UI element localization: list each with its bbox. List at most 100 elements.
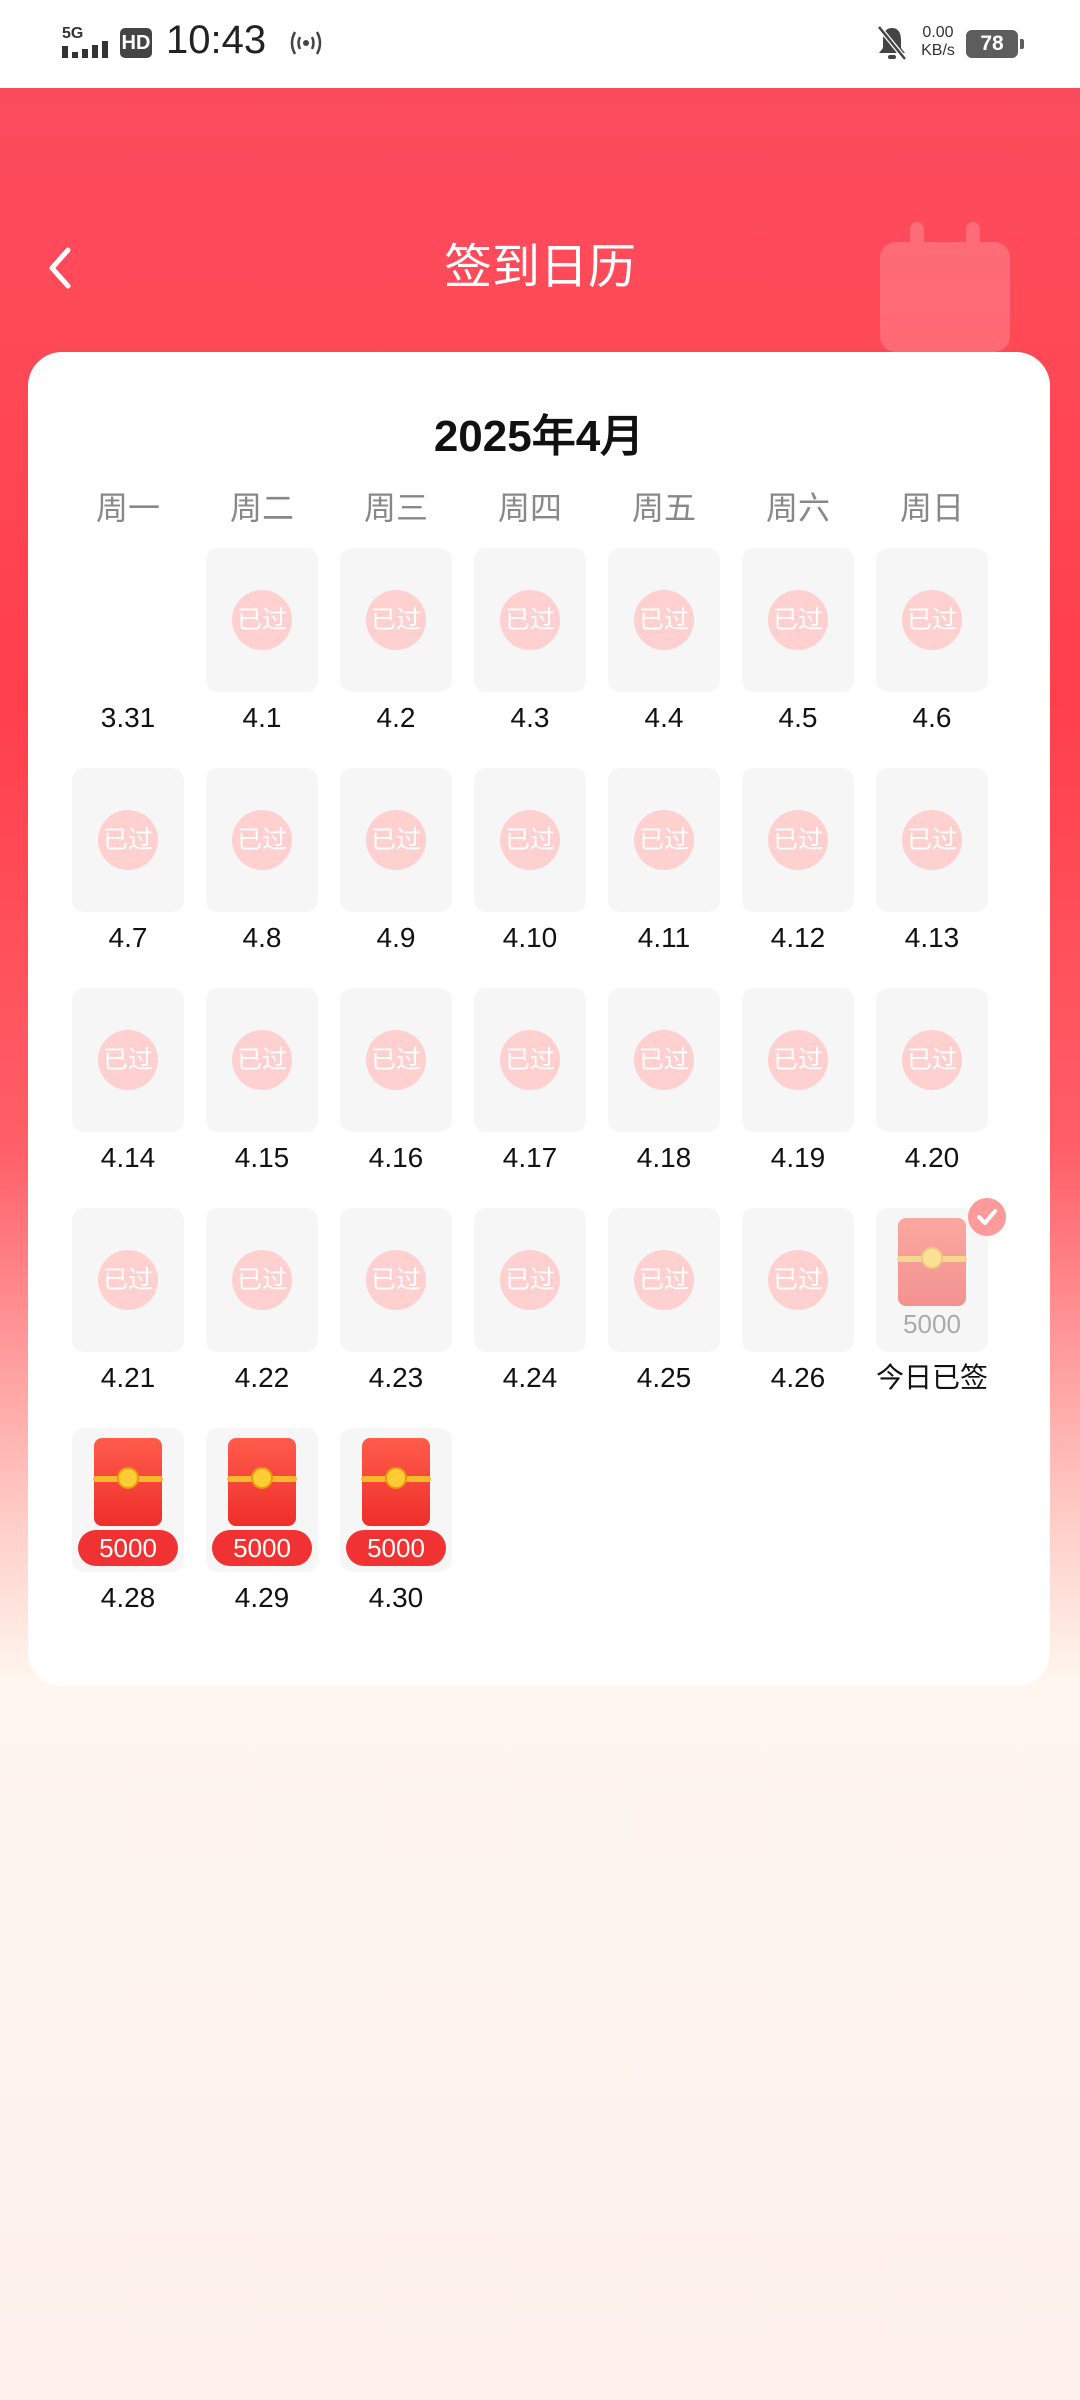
- day-label: 4.5: [778, 702, 818, 733]
- calendar-card: 2025年4月 周一 周二 周三 周四 周五 周六 周日 3.31 已过 4.1 已过…: [28, 352, 1050, 1686]
- calendar-day-cell: 已过 4.10: [474, 768, 586, 953]
- calendar-day-cell: 已过 4.13: [876, 768, 988, 953]
- month-title: 2025年4月: [433, 412, 645, 461]
- signal-icon: 5G: [62, 25, 108, 58]
- past-badge: 已过: [500, 1250, 560, 1310]
- calendar-day-cell: 已过 4.17: [474, 988, 586, 1173]
- speed-value: 0.00: [922, 24, 954, 41]
- coin-icon: [117, 1467, 139, 1489]
- coin-icon: [251, 1467, 273, 1489]
- calendar-day-cell: 5000 今日已签: [876, 1198, 1006, 1393]
- reward-amount: 5000: [78, 1530, 178, 1566]
- day-label: 3.31: [100, 702, 156, 733]
- day-label: 4.29: [234, 1582, 290, 1613]
- day-label: 4.22: [234, 1362, 290, 1393]
- day-label: 4.13: [904, 922, 960, 953]
- red-envelope-icon: [93, 1438, 163, 1526]
- day-label: 4.6: [912, 702, 952, 733]
- calendar-day-cell[interactable]: 5000 4.28: [72, 1428, 184, 1613]
- calendar-day-cell: 已过 4.6: [876, 548, 988, 733]
- weekday-wed: 周三: [363, 490, 428, 526]
- calendar-day-cell: 已过 4.8: [206, 768, 318, 953]
- day-label: 4.30: [368, 1582, 424, 1613]
- past-badge: 已过: [768, 810, 828, 870]
- calendar-day-cell: 已过 4.14: [72, 988, 184, 1173]
- bell-muted-icon: [877, 25, 907, 61]
- weekday-header: 周一 周二 周三 周四 周五 周六 周日: [70, 478, 1008, 538]
- past-badge: 已过: [98, 1250, 158, 1310]
- past-badge: 已过: [768, 1250, 828, 1310]
- reward-amount: 5000: [903, 1309, 961, 1339]
- day-label: 4.10: [502, 922, 558, 953]
- speed-unit: KB/s: [921, 42, 955, 59]
- hotspot-icon: [290, 31, 322, 55]
- coin-icon: [921, 1247, 943, 1269]
- day-label: 4.9: [376, 922, 416, 953]
- calendar-day-cell: 已过 4.1: [206, 548, 318, 733]
- calendar-day-cell: 已过 4.4: [608, 548, 720, 733]
- day-label: 4.20: [904, 1142, 960, 1173]
- weekday-sun: 周日: [899, 490, 964, 526]
- calendar-day-cell: 已过 4.3: [474, 548, 586, 733]
- calendar-day-cell[interactable]: 5000 4.30: [340, 1428, 452, 1613]
- battery-indicator: 78: [966, 30, 1024, 58]
- calendar-day-cell: 已过 4.12: [742, 768, 854, 953]
- calendar-day-cell: 已过 4.15: [206, 988, 318, 1173]
- past-badge: 已过: [232, 590, 292, 650]
- calendar-day-cell: 已过 4.20: [876, 988, 988, 1173]
- day-label: 4.18: [636, 1142, 692, 1173]
- day-label: 4.15: [234, 1142, 290, 1173]
- day-label: 4.3: [510, 702, 550, 733]
- calendar-day-cell: 已过 4.22: [206, 1208, 318, 1393]
- calendar-day-cell: 3.31: [72, 548, 184, 733]
- day-label: 4.2: [376, 702, 416, 733]
- past-badge: 已过: [366, 590, 426, 650]
- weekday-fri: 周五: [631, 490, 696, 526]
- day-label: 4.17: [502, 1142, 558, 1173]
- past-badge: 已过: [768, 1030, 828, 1090]
- calendar-day-cell: 已过 4.9: [340, 768, 452, 953]
- calendar-day-cell: 已过 4.25: [608, 1208, 720, 1393]
- past-badge: 已过: [366, 810, 426, 870]
- past-badge: 已过: [634, 590, 694, 650]
- day-label: 4.11: [637, 922, 691, 953]
- checkmark-icon: [968, 1198, 1006, 1236]
- past-badge: 已过: [768, 590, 828, 650]
- reward-amount: 5000: [212, 1530, 312, 1566]
- red-envelope-icon: [227, 1438, 297, 1526]
- day-label: 4.8: [242, 922, 282, 953]
- calendar-day-cell: 已过 4.24: [474, 1208, 586, 1393]
- past-badge: 已过: [634, 1250, 694, 1310]
- network-speed: 0.00 KB/s: [916, 24, 960, 60]
- past-badge: 已过: [232, 1250, 292, 1310]
- past-badge: 已过: [902, 590, 962, 650]
- day-label: 4.25: [636, 1362, 692, 1393]
- calendar-day-cell: 已过 4.2: [340, 548, 452, 733]
- past-badge: 已过: [902, 1030, 962, 1090]
- weekday-mon: 周一: [95, 490, 160, 526]
- reward-amount: 5000: [346, 1530, 446, 1566]
- page-title: 签到日历: [443, 241, 636, 294]
- calendar-day-cell: 已过 4.7: [72, 768, 184, 953]
- weekday-sat: 周六: [765, 490, 830, 526]
- past-badge: 已过: [634, 810, 694, 870]
- calendar-day-cell: 已过 4.26: [742, 1208, 854, 1393]
- day-label: 4.21: [100, 1362, 156, 1393]
- past-badge: 已过: [98, 1030, 158, 1090]
- status-bar: 5G HD 10:43 0.00 KB/s 78: [0, 0, 1080, 88]
- calendar-day-cell: 已过 4.16: [340, 988, 452, 1173]
- calendar-day-cell[interactable]: 5000 4.29: [206, 1428, 318, 1613]
- past-badge: 已过: [366, 1250, 426, 1310]
- past-badge: 已过: [232, 810, 292, 870]
- day-label: 4.12: [770, 922, 826, 953]
- past-badge: 已过: [232, 1030, 292, 1090]
- day-label: 4.24: [502, 1362, 558, 1393]
- calendar-day-cell: 已过 4.23: [340, 1208, 452, 1393]
- past-badge: 已过: [902, 810, 962, 870]
- calendar-day-cell: 已过 4.19: [742, 988, 854, 1173]
- day-label: 4.16: [368, 1142, 424, 1173]
- day-label: 4.23: [368, 1362, 424, 1393]
- calendar-day-cell: 已过 4.5: [742, 548, 854, 733]
- past-badge: 已过: [500, 1030, 560, 1090]
- coin-icon: [385, 1467, 407, 1489]
